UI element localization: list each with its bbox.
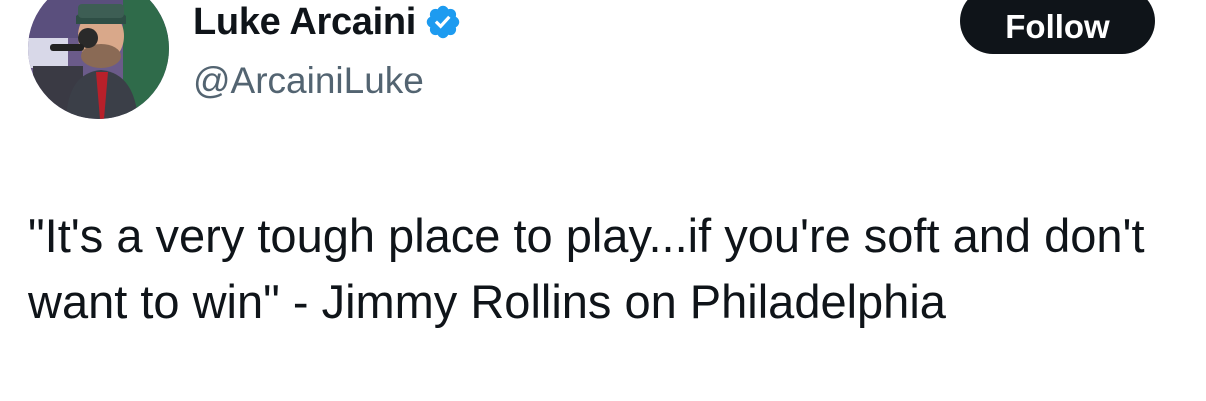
follow-button[interactable]: Follow xyxy=(960,0,1155,54)
verified-badge-icon[interactable] xyxy=(424,3,462,41)
display-name[interactable]: Luke Arcaini xyxy=(193,0,416,44)
display-name-row[interactable]: Luke Arcaini xyxy=(193,0,462,44)
avatar[interactable] xyxy=(28,0,169,119)
avatar-photo xyxy=(28,0,169,119)
tweet-text: "It's a very tough place to play...if yo… xyxy=(28,209,1145,328)
user-handle[interactable]: @ArcainiLuke xyxy=(193,58,424,104)
